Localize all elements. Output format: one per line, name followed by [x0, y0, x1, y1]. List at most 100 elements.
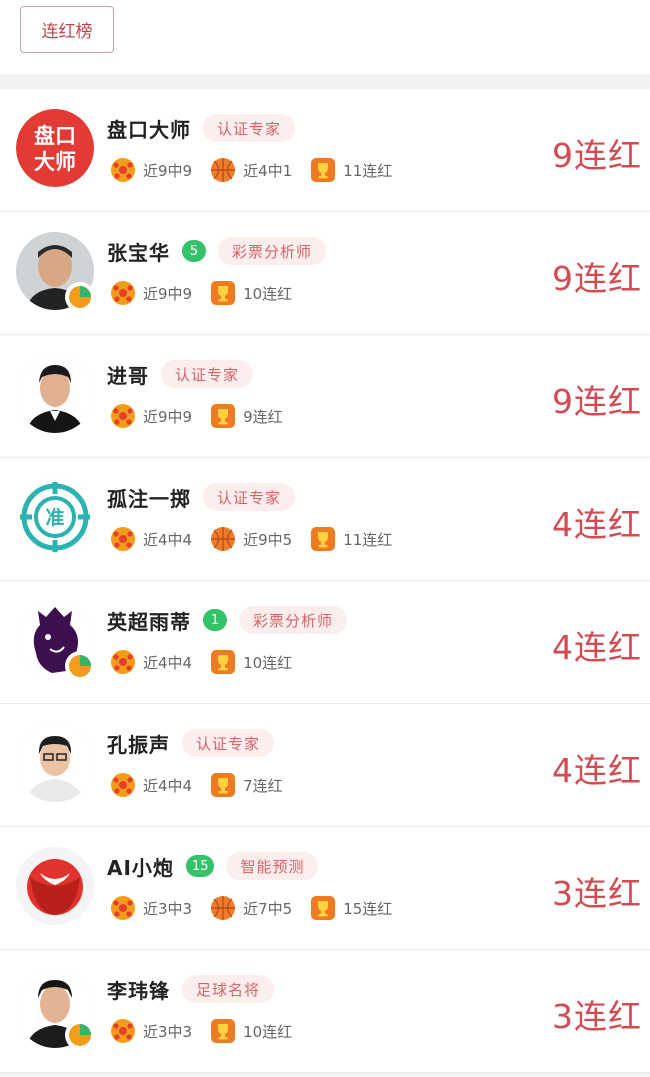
expert-tag: 认证专家	[182, 729, 275, 757]
trophy-icon	[211, 650, 236, 674]
stats: 近4中4 10连红	[110, 647, 292, 677]
expert-tag: 智能预测	[226, 852, 319, 880]
expert-row[interactable]: AI小炮 15 智能预测 近3中3 近7中5 15连红 3连红	[0, 827, 650, 950]
expert-name: 张宝华	[107, 240, 170, 265]
trophy-icon	[311, 158, 336, 182]
basketball-icon	[211, 158, 236, 182]
stats: 近9中9 近4中1 11连红	[110, 155, 392, 185]
trophy-icon	[211, 281, 236, 305]
stat-text: 近4中4	[143, 653, 193, 672]
expert-tag: 认证专家	[203, 483, 296, 511]
stat-football: 近9中9	[110, 280, 192, 306]
avatar[interactable]	[16, 847, 94, 925]
stat-text: 9连红	[243, 407, 283, 426]
sport-badge-icon	[65, 282, 95, 312]
expert-name: 进哥	[107, 363, 149, 388]
stats: 近9中9 9连红	[110, 401, 283, 431]
streak-value: 3连红	[552, 997, 642, 1036]
level-badge: 5	[182, 240, 206, 262]
stat-trophy: 11连红	[310, 526, 392, 552]
expert-row[interactable]: 张宝华 5 彩票分析师 近9中9 10连红 9连红	[0, 212, 650, 335]
stats: 近3中3 近7中5 15连红	[110, 893, 392, 923]
avatar[interactable]: 盘口 大师	[16, 109, 94, 187]
trophy-icon	[211, 1019, 236, 1043]
stat-text: 10连红	[243, 284, 293, 303]
expert-name: 孔振声	[107, 732, 170, 757]
football-icon	[111, 650, 135, 674]
stat-text: 近3中3	[143, 899, 193, 918]
football-icon	[111, 773, 135, 797]
sport-badge-icon	[65, 1020, 95, 1050]
stat-text: 15连红	[343, 899, 393, 918]
trophy-icon	[311, 896, 336, 920]
expert-row[interactable]: 盘口 大师 盘口大师 认证专家 近9中9 近4中1 11连红 9连红	[0, 89, 650, 212]
expert-tag: 认证专家	[161, 360, 254, 388]
streak-value: 9连红	[552, 259, 642, 298]
stats: 近4中4 7连红	[110, 770, 283, 800]
expert-row[interactable]: 孔振声 认证专家 近4中4 7连红 4连红	[0, 704, 650, 827]
stat-football: 近4中4	[110, 526, 192, 552]
stat-basketball: 近9中5	[210, 526, 292, 552]
stat-text: 11连红	[343, 530, 393, 549]
stat-football: 近4中4	[110, 649, 192, 675]
stats: 近9中9 10连红	[110, 278, 292, 308]
football-icon	[111, 404, 135, 428]
stat-text: 近9中9	[143, 284, 193, 303]
stat-basketball: 近4中1	[210, 157, 292, 183]
stat-text: 近4中4	[143, 776, 193, 795]
expert-tag: 彩票分析师	[218, 237, 327, 265]
stat-text: 11连红	[343, 161, 393, 180]
stat-football: 近3中3	[110, 1018, 192, 1044]
avatar[interactable]: 准	[16, 478, 94, 556]
stat-trophy: 10连红	[210, 1018, 292, 1044]
stat-trophy: 11连红	[310, 157, 392, 183]
expert-name: 英超雨蒂	[107, 609, 191, 634]
stat-basketball: 近7中5	[210, 895, 292, 921]
football-icon	[111, 281, 135, 305]
expert-tag: 认证专家	[203, 114, 296, 142]
basketball-icon	[211, 527, 236, 551]
svg-text:大师: 大师	[34, 150, 76, 174]
expert-tag: 足球名将	[182, 975, 275, 1003]
streak-value: 4连红	[552, 505, 642, 544]
expert-list: 盘口 大师 盘口大师 认证专家 近9中9 近4中1 11连红 9连红 张宝华 5…	[0, 89, 650, 1073]
stat-text: 10连红	[243, 1022, 293, 1041]
stat-text: 近9中5	[243, 530, 293, 549]
level-badge: 1	[203, 609, 227, 631]
expert-row[interactable]: 李玮锋 足球名将 近3中3 10连红 3连红	[0, 950, 650, 1073]
stat-trophy: 15连红	[310, 895, 392, 921]
avatar[interactable]	[16, 355, 94, 433]
football-icon	[111, 1019, 135, 1043]
expert-name: 孤注一掷	[107, 486, 191, 511]
expert-name: AI小炮	[107, 855, 174, 880]
trophy-icon	[211, 404, 236, 428]
stat-text: 近9中9	[143, 407, 193, 426]
svg-text:盘口: 盘口	[34, 124, 76, 148]
expert-name: 盘口大师	[107, 117, 191, 142]
football-icon	[111, 527, 135, 551]
level-badge: 15	[185, 855, 215, 877]
expert-row[interactable]: 进哥 认证专家 近9中9 9连红 9连红	[0, 335, 650, 458]
stat-text: 近4中1	[243, 161, 293, 180]
streak-value: 4连红	[552, 751, 642, 790]
streak-ranking-tab[interactable]: 连红榜	[20, 6, 114, 53]
streak-value: 4连红	[552, 628, 642, 667]
expert-tag: 彩票分析师	[239, 606, 348, 634]
stat-text: 近9中9	[143, 161, 193, 180]
avatar[interactable]	[16, 724, 94, 802]
stat-text: 近3中3	[143, 1022, 193, 1041]
streak-value: 9连红	[552, 136, 642, 175]
stat-trophy: 10连红	[210, 649, 292, 675]
expert-name: 李玮锋	[107, 978, 170, 1003]
expert-row[interactable]: 准 孤注一掷 认证专家 近4中4 近9中5 11连红 4连红	[0, 458, 650, 581]
streak-value: 9连红	[552, 382, 642, 421]
stat-text: 近7中5	[243, 899, 293, 918]
stats: 近4中4 近9中5 11连红	[110, 524, 392, 554]
stat-trophy: 10连红	[210, 280, 292, 306]
sport-badge-icon	[65, 651, 95, 681]
stat-text: 近4中4	[143, 530, 193, 549]
stat-text: 7连红	[243, 776, 283, 795]
trophy-icon	[311, 527, 336, 551]
stat-football: 近9中9	[110, 157, 192, 183]
expert-row[interactable]: 英超雨蒂 1 彩票分析师 近4中4 10连红 4连红	[0, 581, 650, 704]
